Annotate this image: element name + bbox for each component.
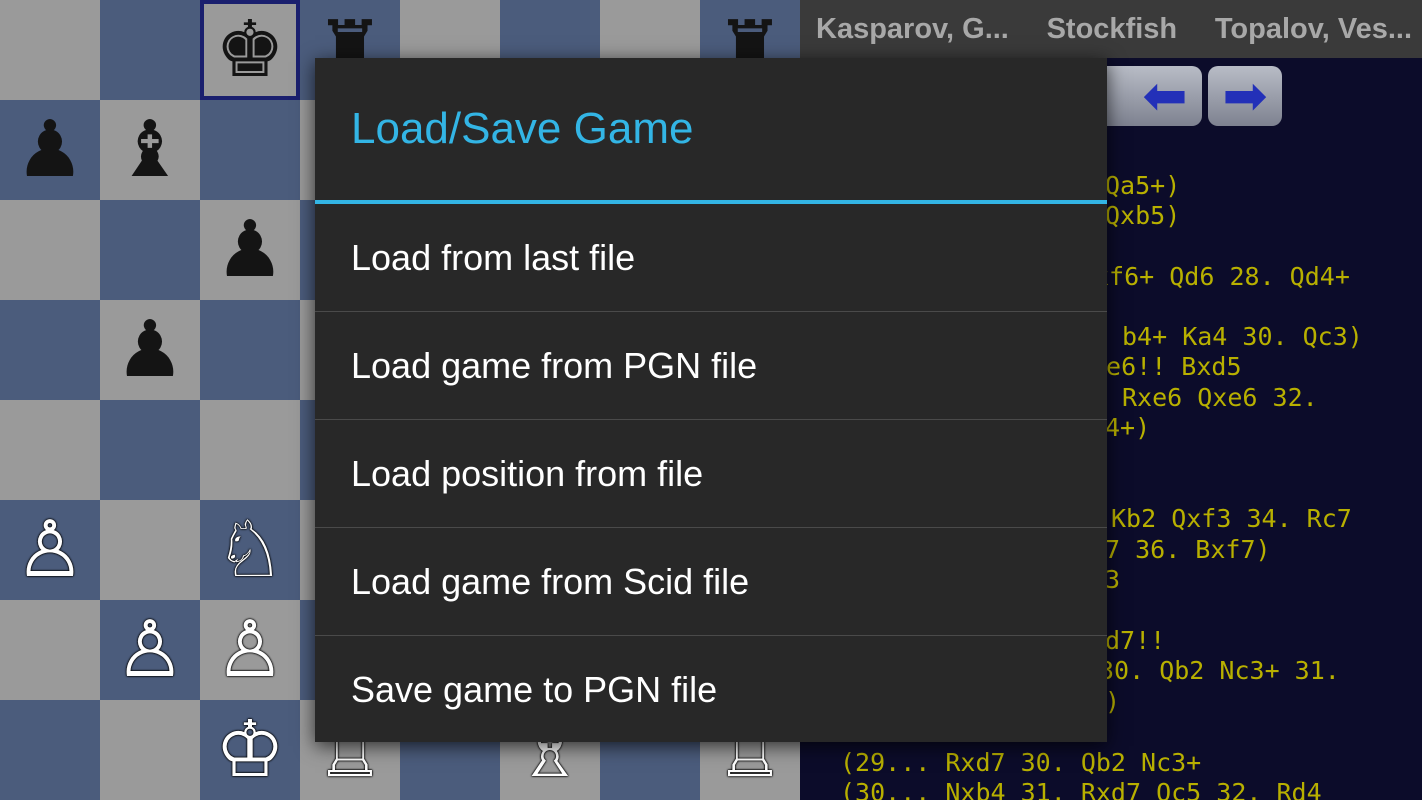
square-b7[interactable]: ♝ [100,100,200,200]
square-a7[interactable]: ♟ [0,100,100,200]
black-pawn-icon[interactable]: ♟ [115,311,185,389]
move-text-line: 3 [1105,565,1121,594]
dialog-title: Load/Save Game [351,104,694,153]
move-text-line: 7 36. Bxf7) [1105,535,1271,564]
move-text-line: Be6!! Bxd5 [1091,352,1242,381]
square-b4[interactable] [100,400,200,500]
forward-arrow-button[interactable]: ➡ [1208,66,1282,126]
square-a6[interactable] [0,200,100,300]
move-text-line: d7!! [1105,626,1166,655]
save-game-to-pgn-option[interactable]: Save game to PGN file [315,636,1107,743]
black-pawn-icon[interactable]: ♟ [15,111,85,189]
engine-name[interactable]: Stockfish [1047,13,1178,46]
black-pawn-icon[interactable]: ♟ [215,211,285,289]
move-text-line: 30. Qb2 Nc3+ 31. [1099,656,1340,685]
square-c6[interactable]: ♟ [200,200,300,300]
black-player-name[interactable]: Topalov, Ves... [1215,13,1412,46]
square-c7[interactable] [200,100,300,200]
square-c2[interactable]: ♙ [200,600,300,700]
square-b1[interactable] [100,700,200,800]
move-text-line: ) [1105,687,1121,716]
square-a1[interactable] [0,700,100,800]
square-b8[interactable] [100,0,200,100]
move-text-line: Qxb5) [1105,201,1181,230]
black-bishop-icon[interactable]: ♝ [115,111,185,189]
white-player-name[interactable]: Kasparov, G... [816,13,1009,46]
square-c5[interactable] [200,300,300,400]
move-text-line: (29... Rxd7 30. Qb2 Nc3+ [840,748,1202,777]
white-king-icon[interactable]: ♔ [215,711,285,789]
square-b6[interactable] [100,200,200,300]
back-arrow-button[interactable]: ⬅ [1128,66,1202,126]
square-c8[interactable]: ♚ [200,0,300,100]
square-a3[interactable]: ♙ [0,500,100,600]
move-text-line: 4+) [1105,413,1151,442]
move-text-line: xf6+ Qd6 28. Qd4+ [1094,262,1350,291]
square-b5[interactable]: ♟ [100,300,200,400]
load-save-dialog: Load/Save Game Load from last file Load … [315,58,1107,742]
white-pawn-icon[interactable]: ♙ [15,511,85,589]
white-pawn-icon[interactable]: ♙ [115,611,185,689]
square-a2[interactable] [0,600,100,700]
move-text-line: (30... Nxb4 31. Rxd7 Qc5 32. Rd4 [840,778,1322,800]
square-b2[interactable]: ♙ [100,600,200,700]
load-position-from-file-option[interactable]: Load position from file [315,420,1107,527]
square-a5[interactable] [0,300,100,400]
player-header: Kasparov, G... Stockfish Topalov, Ves... [800,0,1422,58]
move-text-line: Kb2 Qxf3 34. Rc7 [1111,504,1352,533]
white-knight-icon[interactable]: ♘ [215,511,285,589]
right-arrow-icon: ➡ [1222,64,1268,127]
square-a4[interactable] [0,400,100,500]
load-from-last-file-option[interactable]: Load from last file [315,204,1107,311]
square-c3[interactable]: ♘ [200,500,300,600]
square-c4[interactable] [200,400,300,500]
move-text-line: Rxe6 Qxe6 32. [1122,383,1318,412]
move-text-line: b4+ Ka4 30. Qc3) [1122,322,1363,351]
square-c1[interactable]: ♔ [200,700,300,800]
load-game-from-scid-option[interactable]: Load game from Scid file [315,528,1107,635]
white-pawn-icon[interactable]: ♙ [215,611,285,689]
left-arrow-icon: ⬅ [1142,64,1188,127]
load-game-from-pgn-option[interactable]: Load game from PGN file [315,312,1107,419]
black-king-icon[interactable]: ♚ [215,11,285,89]
move-text-line: Qa5+) [1105,171,1181,200]
square-a8[interactable] [0,0,100,100]
square-b3[interactable] [100,500,200,600]
